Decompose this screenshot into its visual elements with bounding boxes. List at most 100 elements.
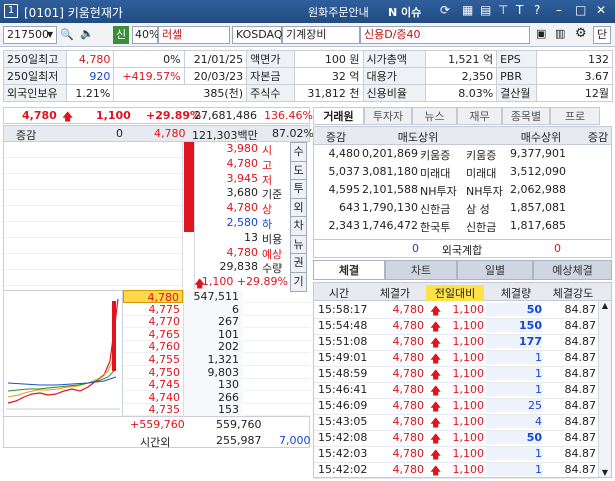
scroll-up-icon[interactable]: ▲ <box>599 301 611 313</box>
bid-price[interactable]: 4,760 <box>123 340 183 353</box>
info-value: 12월 <box>536 84 613 102</box>
bid-qty: 6 <box>183 302 243 316</box>
trade-time: 15:49:01 <box>318 351 368 364</box>
bid-price[interactable]: 4,745 <box>123 378 183 391</box>
speaker-icon[interactable]: 🔈 <box>80 27 94 40</box>
broker-tab[interactable]: 뉴스 <box>412 107 457 125</box>
credit-info: 신용D/증40 <box>360 26 530 44</box>
side-button[interactable]: 투 <box>290 179 307 199</box>
side-button[interactable]: 뉴 <box>290 234 307 255</box>
summary-label: 비용 <box>262 232 283 246</box>
orderbook-header: 증감 0 4,780 121,303백만 87.02% <box>3 125 314 142</box>
trade-qty: 1 <box>486 383 542 396</box>
broker-cell: 신한금 <box>420 203 451 216</box>
footer-c: 시간외 <box>140 436 171 449</box>
side-button[interactable]: 도 <box>290 160 307 181</box>
bid-price[interactable]: 4,735 <box>123 403 183 416</box>
trade-price: 4,780 <box>392 319 425 332</box>
bid-price[interactable]: 4,750 <box>123 366 183 379</box>
summary-value: 29,838 <box>219 260 259 274</box>
trade-price: 4,780 <box>392 367 425 380</box>
volume: 27,681,486 <box>194 109 257 122</box>
save-icon[interactable]: ▣ <box>536 27 546 40</box>
summary-label: 상 <box>262 203 273 217</box>
grid-icon[interactable]: ▦ <box>462 3 473 17</box>
dropdown-icon[interactable]: ▼ <box>47 30 53 39</box>
trade-tab[interactable]: 차트 <box>385 260 457 280</box>
trade-tab[interactable]: 예상체결 <box>533 260 612 280</box>
summary-label: 시 <box>262 144 273 157</box>
info-value: 1.21% <box>65 84 115 102</box>
orderbook-footer: +559,760 559,760 시간외 255,987 7,000 <box>3 416 311 449</box>
broker-cell: 1,857,081 <box>510 201 566 214</box>
bid-table: 4,780 547,511 4,775 6 4,770 267 4,765 101 4,760 2… <box>123 290 310 432</box>
table-icon[interactable]: ▤ <box>480 3 491 17</box>
krw-order-link[interactable]: 원화주문안내 <box>308 4 369 20</box>
summary-value: 1,100 +29.89% <box>201 275 288 289</box>
info-label: 대용가 <box>362 67 427 85</box>
side-button[interactable]: 외 <box>290 197 307 218</box>
close-icon[interactable]: ✕ <box>596 3 606 17</box>
broker-tab[interactable]: 재무 <box>457 107 502 125</box>
bid-price[interactable]: 4,770 <box>123 315 183 328</box>
broker-tab[interactable]: 거래원 <box>313 107 364 125</box>
help-icon[interactable]: ? <box>534 3 540 17</box>
bid-row: 4,735 153 <box>123 403 310 417</box>
info-value: 2,350 <box>425 67 498 85</box>
summary-label: 예상 <box>262 247 283 261</box>
trade-change: 1,100 <box>452 303 485 316</box>
layout-icon[interactable]: ▥ <box>555 27 565 40</box>
search-icon[interactable]: 🔍 <box>60 28 74 41</box>
trade-qty: 4 <box>486 415 542 428</box>
bid-price[interactable]: 4,780 <box>123 290 183 304</box>
trade-change: 1,100 <box>452 431 485 444</box>
header-val: 0 <box>116 127 123 140</box>
bid-row: 4,745 130 <box>123 378 310 392</box>
font-icon[interactable]: T <box>516 3 523 17</box>
news-issue-link[interactable]: N 이슈 <box>388 4 421 20</box>
price-bar: 4,780 🡅 1,100 +29.89% 27,681,486 136.46% <box>3 107 313 124</box>
scroll-down-icon[interactable]: ▼ <box>599 468 611 477</box>
summary-value: 2,580 <box>226 216 259 229</box>
broker-tab[interactable]: 프로 <box>550 107 600 125</box>
maximize-icon[interactable]: □ <box>575 3 586 17</box>
summary-label: 고 <box>262 158 273 172</box>
link-icon[interactable]: ⟳ <box>440 3 450 17</box>
trade-tab[interactable]: 일별 <box>457 260 533 280</box>
trade-price: 4,780 <box>392 431 425 444</box>
bid-price[interactable]: 4,740 <box>123 391 183 404</box>
trade-strength: 84.87 <box>564 383 597 396</box>
broker-head-cell: 매도상위 <box>397 131 439 144</box>
single-button[interactable]: 단 <box>593 26 611 44</box>
trade-strength: 84.87 <box>564 303 597 316</box>
side-button[interactable]: 기 <box>290 271 307 292</box>
broker-tab[interactable]: 투자자 <box>364 107 412 125</box>
broker-cell: 한국투 <box>420 221 451 234</box>
broker-tab[interactable]: 종목별 <box>502 107 550 125</box>
summary-value: 4,780 <box>226 245 259 259</box>
trade-time: 15:51:08 <box>318 335 368 348</box>
side-button[interactable]: 차 <box>290 216 307 236</box>
volume-bar <box>184 142 194 232</box>
trade-tab[interactable]: 체결 <box>313 260 385 280</box>
broker-cell: 3,081,180 <box>362 165 418 178</box>
info-value: +419.57% <box>113 67 185 85</box>
bid-qty: 267 <box>183 315 243 329</box>
bid-price[interactable]: 4,775 <box>123 303 183 316</box>
pin-icon[interactable]: ⊤ <box>498 3 508 17</box>
trade-scrollbar[interactable]: ▲ ▼ <box>598 301 611 477</box>
bid-price[interactable]: 4,755 <box>123 353 183 366</box>
trade-strength: 84.87 <box>564 415 597 428</box>
trade-time: 15:42:08 <box>318 431 368 444</box>
bid-qty: 1,321 <box>183 353 243 366</box>
settings-icon[interactable]: ⚙ <box>575 26 587 41</box>
info-value: 132 <box>536 50 613 68</box>
minimize-icon[interactable]: – <box>556 3 562 17</box>
trade-change: 1,100 <box>452 463 485 476</box>
side-button[interactable]: 수 <box>290 142 307 162</box>
bid-price[interactable]: 4,765 <box>123 328 183 341</box>
foreign-right: 0 <box>554 242 561 255</box>
summary-label: 수량 <box>262 262 283 276</box>
footer-b: 559,760 <box>216 418 262 431</box>
side-button[interactable]: 권 <box>290 253 307 273</box>
